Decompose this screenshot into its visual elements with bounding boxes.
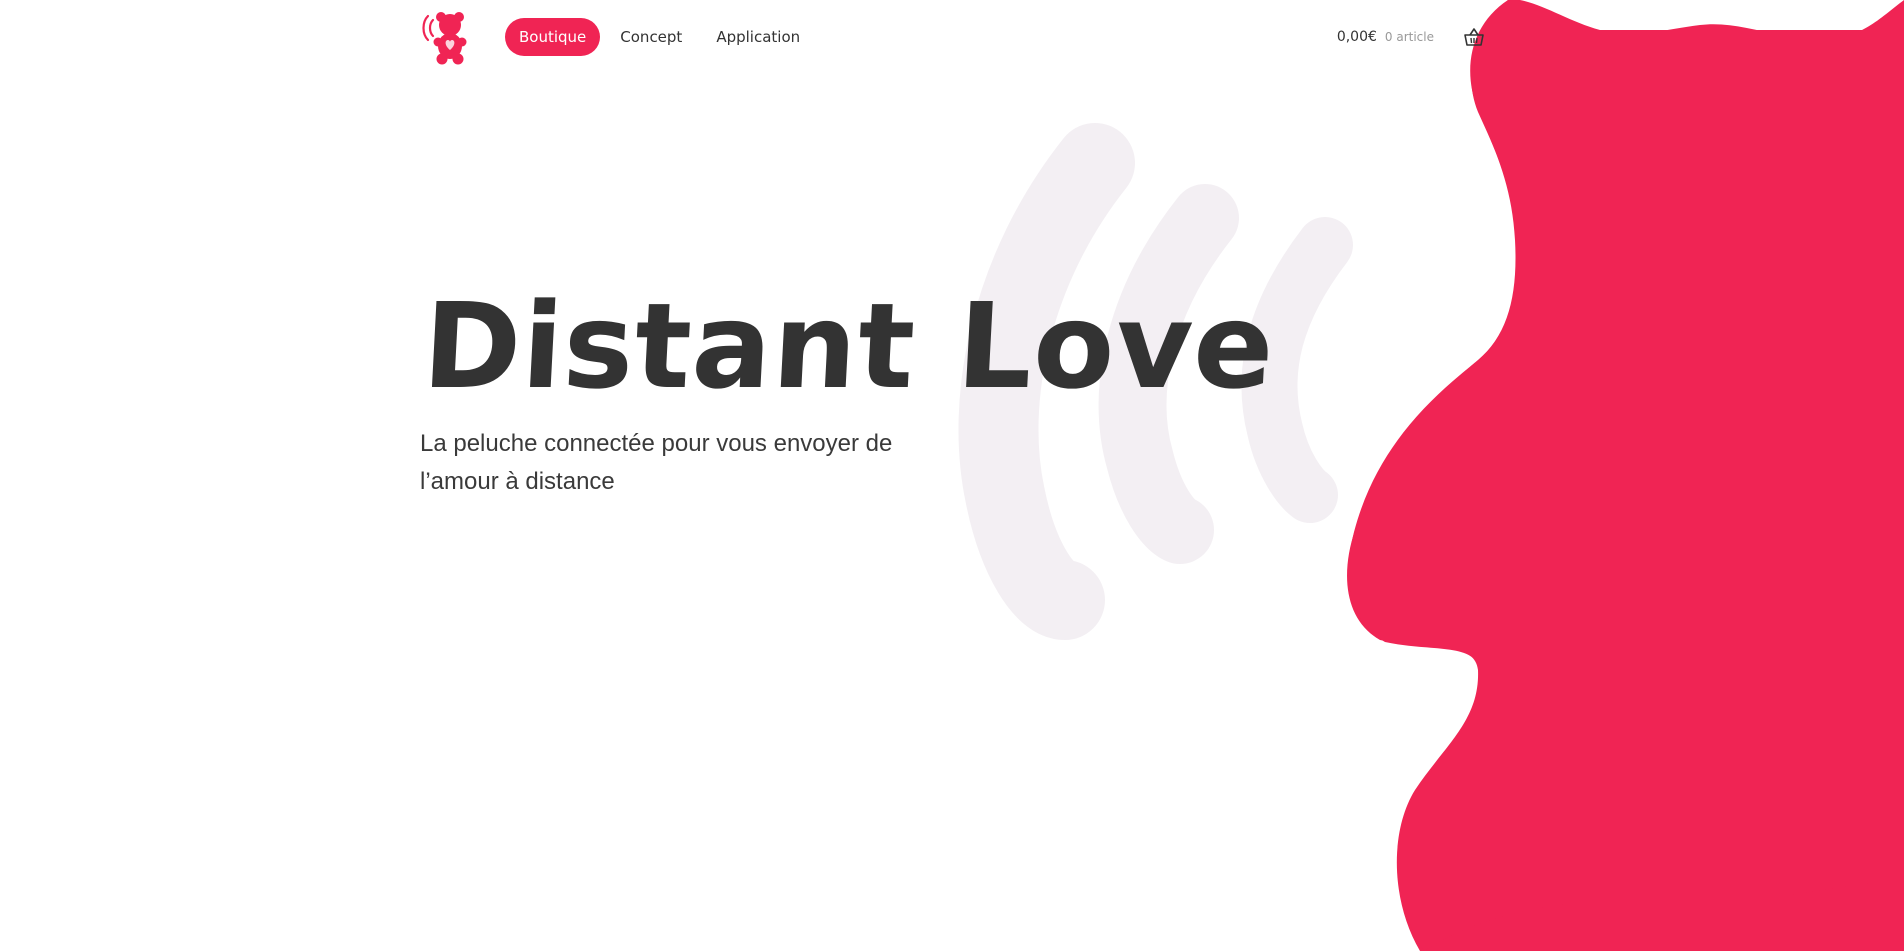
logo-bear-head (439, 14, 461, 36)
cart-total: 0,00€ (1336, 29, 1377, 45)
nav-item-application[interactable]: Application (702, 18, 814, 56)
main-nav: Boutique Concept Application (505, 18, 814, 56)
page: Boutique Concept Application 0,00€ 0 art… (0, 0, 1904, 951)
site-logo[interactable] (420, 8, 470, 66)
logo-signal-inner (428, 18, 435, 38)
nav-item-concept[interactable]: Concept (606, 18, 696, 56)
logo-bear-arm-left (433, 37, 443, 47)
basket-slat-1 (1470, 37, 1473, 44)
shopping-basket-icon[interactable] (1464, 28, 1484, 46)
logo-bear-arm-right (457, 37, 467, 47)
cart-count: 0 article (1384, 30, 1434, 44)
site-header: Boutique Concept Application 0,00€ 0 art… (420, 8, 1484, 68)
hero-subtitle: La peluche connectée pour vous envoyer d… (420, 429, 893, 495)
logo-signal-outer (422, 14, 430, 42)
logo-bear-foot-left (436, 53, 448, 65)
logo-bear-foot-right (452, 53, 464, 65)
cart-summary[interactable]: 0,00€ 0 article (1337, 28, 1484, 46)
hero-title: Distant Love (419, 277, 1279, 415)
basket-slat-3 (1475, 37, 1478, 44)
basket-handle (1469, 28, 1479, 36)
hero-section: Distant Love La peluche connectée pour v… (420, 277, 1279, 501)
teddy-bear-signal-icon (422, 12, 467, 65)
signal-wave-small (1241, 217, 1353, 523)
nav-item-boutique[interactable]: Boutique (505, 18, 601, 56)
